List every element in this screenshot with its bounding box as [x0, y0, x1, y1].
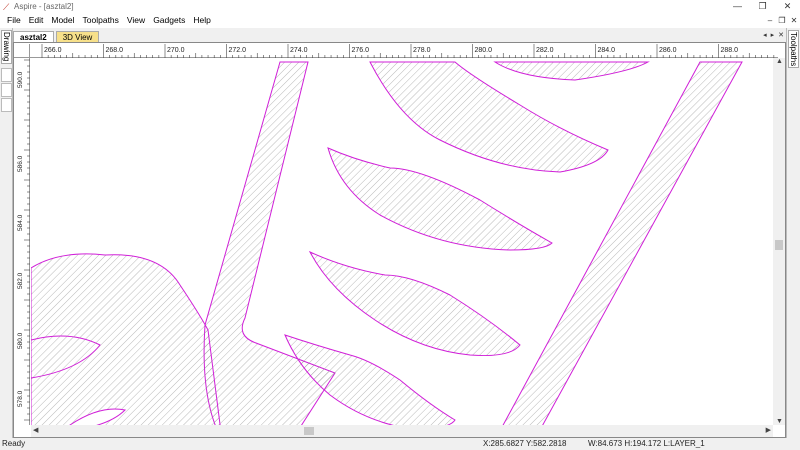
scroll-up-icon[interactable]: ▲ — [776, 58, 783, 65]
menu-edit[interactable]: Edit — [25, 13, 48, 28]
cursor-coordinates: X:285.6827 Y:582.2818 — [483, 439, 567, 448]
horizontal-scrollbar[interactable]: ◀ ▶ — [31, 425, 773, 437]
leaf-top-small-vector[interactable] — [493, 61, 650, 81]
doc-close-button[interactable]: ✕ — [788, 13, 800, 28]
tab-asztal2[interactable]: asztal2 — [13, 31, 54, 42]
status-ready: Ready — [2, 439, 26, 448]
h-ruler-label: 270.0 — [167, 47, 185, 54]
window-controls: — ❐ ✕ — [725, 0, 800, 13]
maximize-button[interactable]: ❐ — [750, 0, 775, 13]
panel-pin-slot-2[interactable] — [1, 83, 12, 97]
tab-close-icon[interactable]: ✕ — [778, 31, 784, 39]
h-ruler-label: 284.0 — [598, 47, 616, 54]
selection-size: W:84.673 H:194.172 L:LAYER_1 — [588, 439, 705, 448]
menu-toolpaths[interactable]: Toolpaths — [79, 13, 123, 28]
h-ruler-label: 266.0 — [44, 47, 62, 54]
v-ruler-label: 584.0 — [17, 214, 24, 231]
leaf-mid-2-vector[interactable] — [308, 250, 521, 356]
menu-model[interactable]: Model — [47, 13, 78, 28]
h-ruler-label: 276.0 — [352, 47, 370, 54]
h-ruler-label: 268.0 — [106, 47, 124, 54]
big-leaf-vector[interactable] — [31, 253, 222, 425]
scroll-down-icon[interactable]: ▼ — [776, 418, 783, 425]
tab-next-icon[interactable]: ▸ — [771, 31, 775, 39]
minimize-button[interactable]: — — [725, 0, 750, 13]
menu-view[interactable]: View — [123, 13, 149, 28]
menu-gadgets[interactable]: Gadgets — [149, 13, 189, 28]
horizontal-ruler: 266.0 268.0 270.0 272.0 274.0 276.0 278.0 280.0… — [30, 44, 800, 58]
h-ruler-label: 274.0 — [290, 47, 308, 54]
doc-restore-button[interactable]: ❐ — [776, 13, 788, 28]
vertical-scroll-thumb[interactable] — [775, 240, 783, 250]
toolpaths-tab[interactable]: Toolpaths — [788, 30, 799, 68]
close-button[interactable]: ✕ — [775, 0, 800, 13]
panel-pin-slot-3[interactable] — [1, 98, 12, 112]
left-panel: Drawing — [0, 28, 13, 438]
title-bar: ⟋ Aspire - [asztal2] — ❐ ✕ — [0, 0, 800, 13]
menu-bar: File Edit Model Toolpaths View Gadgets H… — [0, 13, 800, 28]
panel-pin-slot-1[interactable] — [1, 68, 12, 82]
vector-drawing[interactable] — [31, 59, 773, 425]
drawing-tab-label: Drawing — [2, 32, 11, 62]
menu-file[interactable]: File — [3, 13, 25, 28]
v-ruler-label: 582.0 — [17, 272, 24, 289]
h-ruler-label: 272.0 — [229, 47, 247, 54]
scroll-right-icon[interactable]: ▶ — [766, 426, 771, 434]
vertical-scrollbar[interactable]: ▲ ▼ — [773, 58, 785, 425]
scroll-left-icon[interactable]: ◀ — [33, 426, 38, 434]
horizontal-scroll-thumb[interactable] — [304, 427, 314, 435]
window-title: Aspire - [asztal2] — [14, 2, 74, 11]
status-bar: Ready X:285.6827 Y:582.2818 W:84.673 H:1… — [0, 438, 800, 450]
h-ruler-label: 282.0 — [536, 47, 554, 54]
drawing-tab[interactable]: Drawing — [1, 30, 12, 64]
tab-prev-icon[interactable]: ◂ — [763, 31, 767, 39]
h-ruler-label: 280.0 — [475, 47, 493, 54]
vertical-ruler: 590.0 586.0 584.0 582.0 580.0 578.0 — [14, 58, 30, 425]
horizontal-ruler-svg: 266.0 268.0 270.0 272.0 274.0 276.0 278.0 280.0… — [41, 44, 800, 58]
doc-minimize-button[interactable]: – — [764, 13, 776, 28]
document-window-controls: – ❐ ✕ — [764, 13, 800, 28]
v-ruler-label: 586.0 — [17, 155, 24, 172]
menu-help[interactable]: Help — [189, 13, 214, 28]
h-ruler-label: 278.0 — [413, 47, 431, 54]
aspire-logo-icon: ⟋ — [3, 1, 10, 12]
ruler-corner — [14, 44, 30, 58]
v-ruler-label: 590.0 — [17, 71, 24, 88]
toolpaths-tab-label: Toolpaths — [789, 31, 798, 67]
v-ruler-label: 578.0 — [17, 390, 24, 407]
tab-navigation: ◂ ▸ ✕ — [763, 31, 784, 39]
document-tabs: asztal2 3D View — [13, 30, 786, 42]
h-ruler-label: 286.0 — [659, 47, 677, 54]
vertical-ruler-svg: 590.0 586.0 584.0 582.0 580.0 578.0 — [17, 59, 30, 421]
tab-3d-view[interactable]: 3D View — [55, 31, 100, 42]
drawing-canvas[interactable] — [31, 59, 773, 425]
right-panel: Toolpaths — [786, 28, 800, 438]
v-ruler-label: 580.0 — [17, 332, 24, 349]
h-ruler-label: 288.0 — [721, 47, 739, 54]
